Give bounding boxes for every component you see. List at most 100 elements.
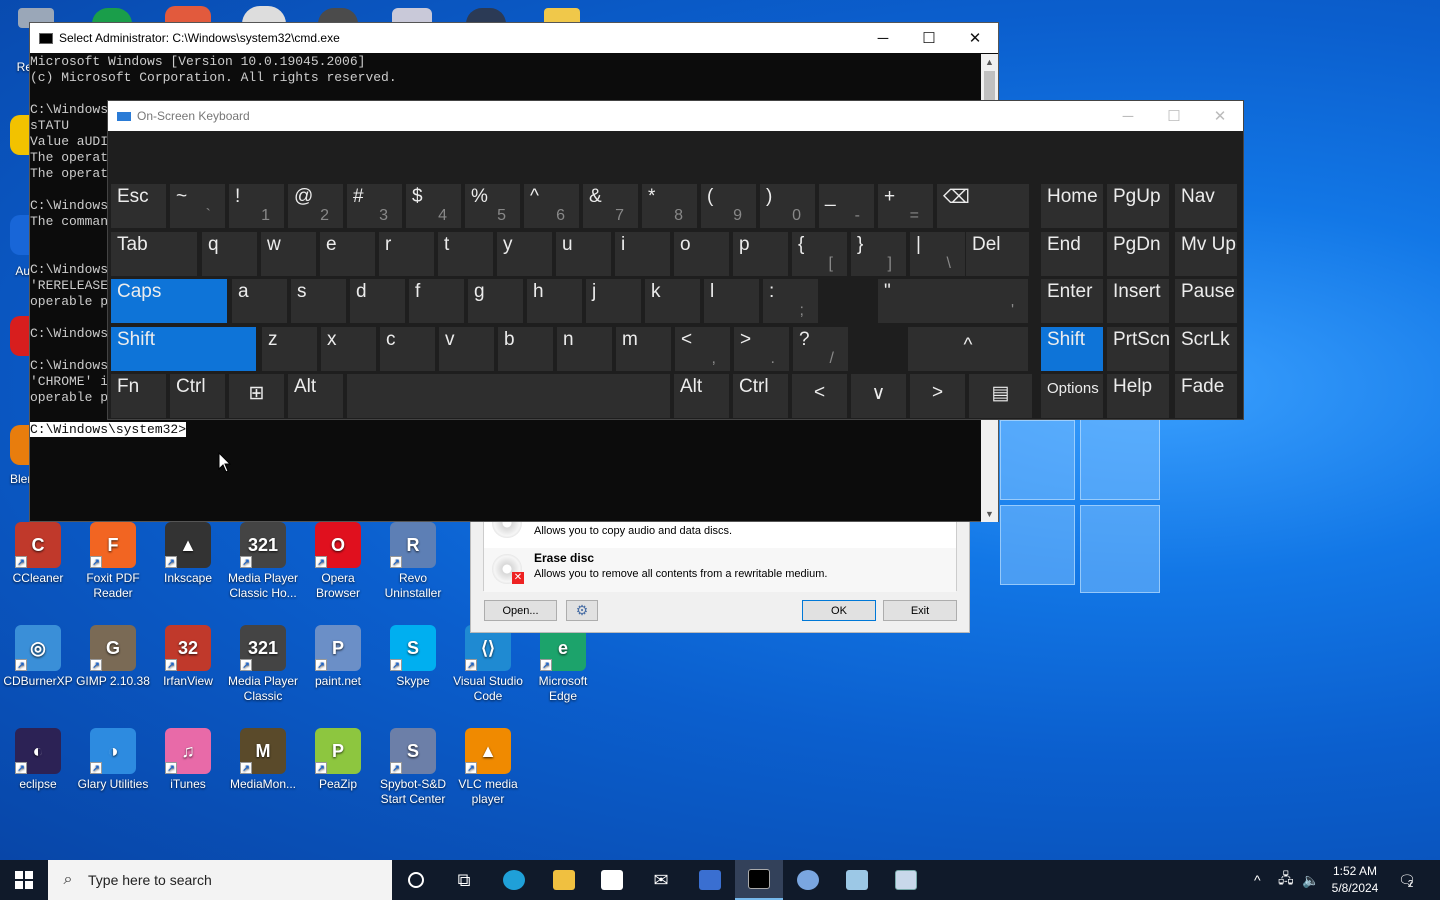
desktop-icon[interactable]: O ↗ Opera Browser [300, 522, 376, 601]
osk-key[interactable]: * 8 [642, 184, 697, 228]
osk-key[interactable]: v [439, 327, 494, 371]
taskbar-clock[interactable]: 1:52 AM 5/8/2024 [1320, 863, 1390, 897]
minimize-button[interactable]: ─ [860, 23, 906, 53]
osk-key[interactable]: y [497, 232, 552, 276]
osk-maximize-button[interactable]: ☐ [1151, 101, 1197, 131]
desktop-icon-au[interactable]: Au [0, 264, 30, 279]
osk-key[interactable]: ▤ [969, 374, 1032, 418]
close-button[interactable]: ✕ [952, 23, 998, 53]
osk-key[interactable]: Options [1041, 374, 1103, 418]
osk-key[interactable]: + = [878, 184, 933, 228]
desktop-icon[interactable]: ◑ ↗ Glary Utilities [75, 728, 151, 792]
desktop-icon[interactable]: G ↗ GIMP 2.10.38 [75, 625, 151, 689]
osk-key[interactable]: ∨ [851, 374, 906, 418]
osk-key[interactable]: f [409, 279, 464, 323]
action-center-button[interactable]: 🗨 2 [1398, 860, 1416, 900]
osk-key[interactable]: PrtScn [1107, 327, 1170, 371]
osk-key[interactable]: :; [763, 279, 818, 323]
tray-overflow-button[interactable]: ^ [1254, 860, 1261, 900]
start-button[interactable] [0, 860, 48, 900]
app-icon-left-3[interactable] [10, 316, 30, 356]
osk-key[interactable]: e [320, 232, 375, 276]
scroll-up-icon[interactable]: ▲ [981, 54, 998, 70]
taskbar-network-app[interactable] [686, 860, 734, 900]
desktop-icon[interactable]: F ↗ Foxit PDF Reader [75, 522, 151, 601]
settings-button[interactable]: ⚙ [566, 600, 598, 621]
taskbar-store[interactable] [588, 860, 636, 900]
task-row-erase-disc[interactable]: ✕ Erase disc Allows you to remove all co… [484, 548, 956, 592]
osk-key[interactable]: Fade [1175, 374, 1237, 418]
osk-key[interactable]: Del [966, 232, 1029, 276]
osk-key[interactable]: Home [1041, 184, 1103, 228]
osk-key[interactable] [347, 374, 670, 418]
osk-key[interactable]: a [232, 279, 287, 323]
osk-key[interactable]: Nav [1175, 184, 1237, 228]
osk-key[interactable]: c [380, 327, 435, 371]
osk-key[interactable]: q [202, 232, 257, 276]
taskbar-app-notepad[interactable] [833, 860, 881, 900]
desktop-icon[interactable]: ⟨⟩ ↗ Visual Studio Code [450, 625, 526, 704]
osk-key[interactable]: }] [851, 232, 906, 276]
osk-key[interactable]: h [527, 279, 582, 323]
osk-key[interactable]: Mv Up [1175, 232, 1237, 276]
osk-titlebar[interactable]: On-Screen Keyboard ─ ☐ ✕ [108, 101, 1243, 131]
osk-key[interactable]: Ctrl [733, 374, 788, 418]
osk-key[interactable]: $4 [406, 184, 461, 228]
osk-key[interactable]: Caps [111, 279, 227, 323]
osk-key[interactable]: Alt [288, 374, 343, 418]
osk-key[interactable]: j [586, 279, 641, 323]
osk-key[interactable]: g [468, 279, 523, 323]
cortana-button[interactable] [392, 860, 440, 900]
osk-key[interactable]: ⊞ [229, 374, 284, 418]
osk-key[interactable]: x [321, 327, 376, 371]
desktop-icon[interactable]: R ↗ Revo Uninstaller [375, 522, 451, 601]
osk-key[interactable]: Pause [1175, 279, 1237, 323]
desktop-icon[interactable]: ▲ ↗ VLC media player [450, 728, 526, 807]
osk-key[interactable]: ScrLk [1175, 327, 1237, 371]
maximize-button[interactable]: ☐ [906, 23, 952, 53]
osk-key[interactable]: Shift [111, 327, 256, 371]
osk-key[interactable]: Alt [674, 374, 729, 418]
scroll-thumb[interactable] [984, 71, 995, 101]
taskbar-mail[interactable]: ✉ [637, 860, 685, 900]
app-icon-left-2[interactable] [10, 215, 30, 255]
osk-key[interactable]: Insert [1107, 279, 1169, 323]
osk-key[interactable]: PgUp [1107, 184, 1169, 228]
on-screen-keyboard-window[interactable]: On-Screen Keyboard ─ ☐ ✕ Esc ~ `! 1 @2 #3 $4% 5… [107, 100, 1244, 420]
taskbar-cmd[interactable] [735, 860, 783, 900]
osk-key[interactable]: k [645, 279, 700, 323]
desktop-icon[interactable]: 321 ↗ Media Player Classic Ho... [225, 522, 301, 601]
osk-key[interactable]: l [704, 279, 759, 323]
osk-key[interactable]: Enter [1041, 279, 1103, 323]
task-row-copy-disc[interactable]: Allows you to copy audio and data discs. [484, 508, 956, 548]
osk-close-button[interactable]: ✕ [1197, 101, 1243, 131]
desktop-icon[interactable]: S ↗ Spybot-S&D Start Center [375, 728, 451, 807]
osk-key[interactable]: ) 0 [760, 184, 815, 228]
osk-key[interactable]: Ctrl [170, 374, 225, 418]
ok-button[interactable]: OK [802, 600, 876, 621]
osk-key[interactable]: p [733, 232, 788, 276]
tray-volume[interactable]: 🔈 [1302, 860, 1319, 900]
osk-key[interactable]: m [616, 327, 671, 371]
osk-key[interactable]: Help [1107, 374, 1169, 418]
cmd-titlebar[interactable]: Select Administrator: C:\Windows\system3… [30, 23, 998, 53]
osk-key[interactable]: #3 [347, 184, 402, 228]
osk-key[interactable]: & 7 [583, 184, 638, 228]
osk-key[interactable]: PgDn [1107, 232, 1169, 276]
osk-key[interactable]: Shift [1041, 327, 1103, 371]
osk-key[interactable]: r [379, 232, 434, 276]
exit-button[interactable]: Exit [883, 600, 957, 621]
osk-key[interactable]: _ - [819, 184, 874, 228]
taskbar-edge[interactable] [490, 860, 538, 900]
task-view-button[interactable]: ⧉ [440, 860, 488, 900]
osk-key[interactable]: u [556, 232, 611, 276]
desktop-icon[interactable]: 321 ↗ Media Player Classic [225, 625, 301, 704]
osk-key[interactable]: Fn [111, 374, 166, 418]
osk-key[interactable]: s [291, 279, 346, 323]
taskbar-app-blue[interactable] [784, 860, 832, 900]
osk-key[interactable]: > [910, 374, 965, 418]
desktop-icon[interactable]: ◐ ↗ eclipse [0, 728, 76, 792]
osk-key[interactable]: " ' [878, 279, 1028, 323]
osk-key[interactable]: % 5 [465, 184, 520, 228]
osk-key[interactable]: b [498, 327, 553, 371]
